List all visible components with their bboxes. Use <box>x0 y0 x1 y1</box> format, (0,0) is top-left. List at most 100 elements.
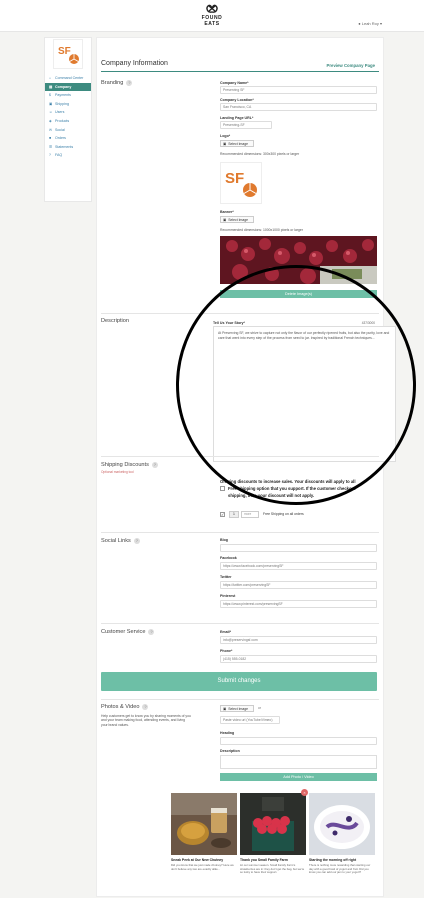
svg-text:SF: SF <box>58 46 71 57</box>
heading-input[interactable] <box>220 737 377 745</box>
photos-heading: Photos & Video <box>101 704 140 710</box>
submit-changes-button[interactable]: Submit changes <box>101 672 377 691</box>
yogurt-photo <box>309 793 375 855</box>
sidebar-item-label: Payments <box>55 93 71 98</box>
banner-label: Banner* <box>220 210 234 214</box>
phone-label: Phone* <box>220 649 233 653</box>
customer-service-heading: Customer Service <box>101 629 146 635</box>
section-divider <box>101 456 379 457</box>
free-shipping-checkbox[interactable] <box>220 486 225 491</box>
banner-select-image-button[interactable]: ▣ Select Image <box>220 216 254 223</box>
pinterest-label: Pinterest <box>220 594 236 598</box>
discount-suffix[interactable]: more <box>241 511 259 518</box>
description-label: Description <box>220 749 240 753</box>
photo-card[interactable]: Sneak Peek at Our New Chutney Did you kn… <box>171 793 237 873</box>
discount-qty-input[interactable]: 1 <box>229 511 239 518</box>
help-icon[interactable]: ? <box>133 538 140 544</box>
select-image-label: Select Image <box>228 141 249 146</box>
company-location-label: Company Location* <box>220 98 254 102</box>
photos-description: Help customers get to know you by sharin… <box>101 714 191 727</box>
close-icon[interactable]: × <box>301 789 308 796</box>
shipping-section-title: Shipping Discounts ? <box>101 462 158 468</box>
logo-select-image-button[interactable]: ▣ Select Image <box>220 140 254 147</box>
preview-company-page-link[interactable]: Preview Company Page <box>327 63 375 68</box>
pinterest-input[interactable] <box>220 600 377 608</box>
section-divider <box>101 699 379 700</box>
user-name: Leah Roy ▾ <box>361 21 382 26</box>
banner-image <box>220 236 377 284</box>
user-icon: ● <box>358 21 361 26</box>
sidebar-item-products[interactable]: ◈ Products <box>45 117 91 126</box>
photo-description-textarea[interactable] <box>220 755 377 769</box>
brand-name: FOUND EATS <box>201 15 223 27</box>
user-menu[interactable]: ● Leah Roy ▾ <box>358 21 382 26</box>
description-heading: Description <box>101 318 129 324</box>
facebook-input[interactable] <box>220 562 377 570</box>
card-text: There is nothing more rewarding than sta… <box>309 863 371 875</box>
shipping-subtitle: Optional marketing tool <box>101 470 134 474</box>
sidebar-item-faq[interactable]: ? FAQ <box>45 151 91 160</box>
sidebar-item-label: Products <box>55 118 70 123</box>
section-divider <box>101 532 379 533</box>
company-icon: ▤ <box>49 84 53 89</box>
photos-select-image-button[interactable]: ▣ Select Image <box>220 705 254 712</box>
share-icon: ✉ <box>49 127 52 132</box>
home-icon: ⌂ <box>49 76 52 80</box>
shipping-info-line-2: Free shipping option that you support. I… <box>228 486 356 491</box>
select-image-label: Select Image <box>228 217 249 222</box>
help-icon[interactable]: ? <box>151 462 158 468</box>
add-photo-button[interactable]: Add Photo / Video <box>220 773 377 781</box>
logo-hint: Recommended dimensions: 300x300 pixels o… <box>220 152 300 156</box>
landing-page-input[interactable] <box>220 121 272 129</box>
free-ship-text: Free Shipping on all orders <box>263 512 304 516</box>
dollar-icon: $ <box>49 93 51 98</box>
sidebar-item-company[interactable]: ▤ Company <box>45 82 91 92</box>
twitter-input[interactable] <box>220 581 377 589</box>
preserving-sf-logo-icon: SF <box>58 46 79 64</box>
company-name-input[interactable] <box>220 86 377 94</box>
cherries-photo <box>220 236 377 284</box>
help-icon[interactable]: ? <box>142 704 149 710</box>
svg-text:SF: SF <box>225 170 244 187</box>
company-location-input[interactable] <box>220 103 377 111</box>
social-section-title: Social Links ? <box>101 538 140 544</box>
video-url-input[interactable] <box>220 716 280 724</box>
photo-card[interactable]: × Thank you Small Family Farm Lit our su… <box>240 789 308 874</box>
section-divider <box>101 313 379 314</box>
story-textarea[interactable]: At Preserving SF, we strive to capture n… <box>213 326 396 462</box>
image-icon: ▣ <box>223 706 227 711</box>
discount-checkbox[interactable]: ✓ <box>220 512 225 517</box>
or-text: or <box>258 706 262 710</box>
sidebar-item-payments[interactable]: $ Payments <box>45 91 91 100</box>
twitter-label: Twitter <box>220 575 232 579</box>
story-label: Tell Us Your Story* <box>213 321 245 325</box>
shipping-info-line-3: shipping, then your discount will not ap… <box>228 493 314 498</box>
page-title: Company Information <box>101 60 168 67</box>
facebook-label: Facebook <box>220 556 237 560</box>
select-image-label: Select Image <box>228 706 249 711</box>
main-panel: Company Information Preview Company Page… <box>96 37 396 897</box>
delete-banner-button[interactable]: Delete Image(s) <box>220 290 377 298</box>
brand-logo[interactable]: FOUND EATS <box>195 3 229 27</box>
email-field[interactable] <box>220 636 377 644</box>
tag-icon: ◈ <box>49 118 52 123</box>
blog-input[interactable] <box>220 544 377 552</box>
help-icon[interactable]: ? <box>126 80 133 86</box>
sidebar-item-users[interactable]: ☺ Users <box>45 108 91 117</box>
help-icon[interactable]: ? <box>148 629 155 635</box>
sidebar-item-command-center[interactable]: ⌂ Command Center <box>45 74 91 83</box>
shipping-info-line-1: Offering discounts to increase sales. Yo… <box>220 479 356 484</box>
sidebar-item-social[interactable]: ✉ Social <box>45 126 91 135</box>
banner-hint: Recommended dimensions: 1000x1000 pixels… <box>220 228 303 232</box>
photo-card[interactable]: Starting the morning off right There is … <box>309 793 375 875</box>
sidebar-item-orders[interactable]: ■ Orders <box>45 134 91 143</box>
pretzel-logo-icon <box>206 4 218 13</box>
chutney-photo <box>171 793 237 855</box>
sidebar: SF ⌂ Command Center ▤ Company $ Payments ▣ Ship… <box>44 37 92 202</box>
image-icon: ▣ <box>223 141 227 146</box>
sidebar-item-label: Shipping <box>55 101 69 106</box>
phone-field[interactable] <box>220 655 377 663</box>
sidebar-item-statements[interactable]: ☰ Statements <box>45 143 91 152</box>
sidebar-item-shipping[interactable]: ▣ Shipping <box>45 100 91 109</box>
sidebar-item-label: Command Center <box>55 76 84 80</box>
